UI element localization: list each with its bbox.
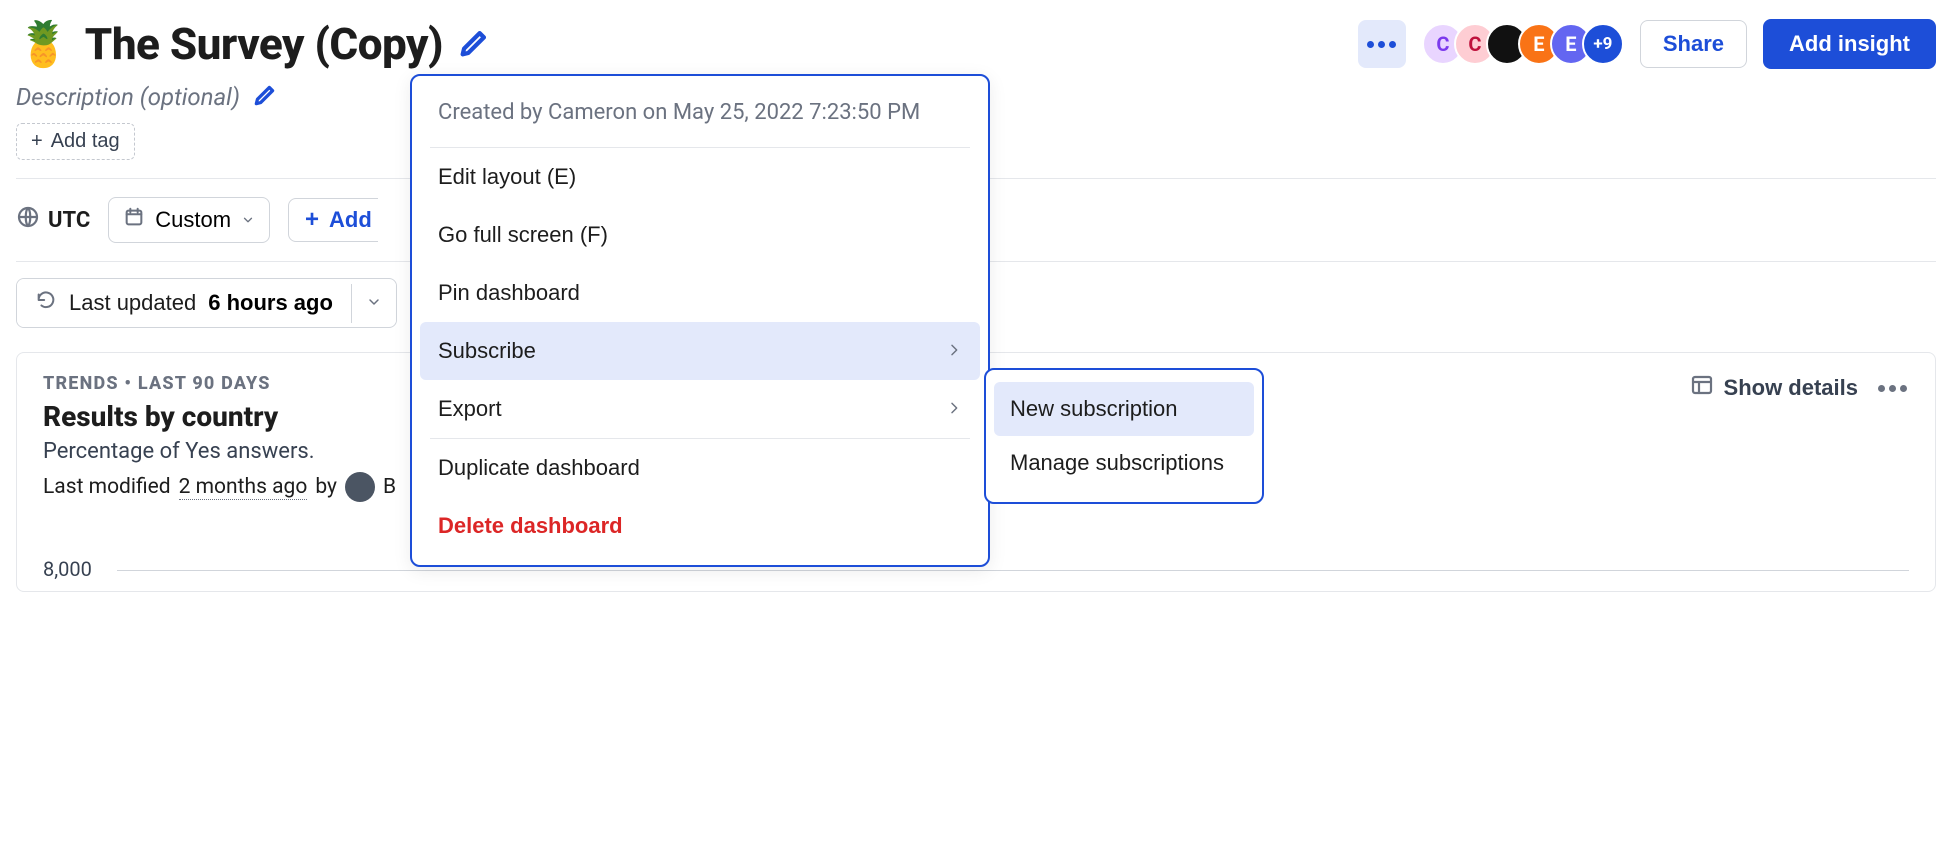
collaborator-avatars[interactable]: C C E E +9	[1422, 23, 1624, 65]
show-details-button[interactable]: Show details	[1690, 373, 1858, 403]
add-tag-button[interactable]: + Add tag	[16, 123, 135, 160]
modified-age: 2 months ago	[179, 475, 308, 500]
show-details-label: Show details	[1724, 375, 1858, 401]
edit-title-button[interactable]	[457, 26, 491, 63]
pencil-icon	[252, 82, 278, 111]
modified-by-word: by	[315, 475, 337, 499]
submenu-item-manage-subscriptions[interactable]: Manage subscriptions	[994, 436, 1254, 490]
date-range-label: Custom	[155, 207, 231, 233]
chevron-down-icon	[241, 207, 255, 233]
menu-created-meta: Created by Cameron on May 25, 2022 7:23:…	[420, 86, 980, 147]
add-tag-label: Add tag	[51, 130, 120, 153]
dashboard-context-menu: Created by Cameron on May 25, 2022 7:23:…	[410, 74, 990, 567]
plus-icon: +	[31, 130, 43, 153]
menu-item-label: Export	[438, 396, 502, 422]
last-updated-control: Last updated 6 hours ago	[16, 278, 397, 328]
chevron-right-icon	[946, 338, 962, 364]
header-actions: C C E E +9 Share Add insight	[1358, 19, 1936, 69]
avatar-overflow: +9	[1582, 23, 1624, 65]
calendar-icon	[123, 206, 145, 234]
menu-item-edit-layout[interactable]: Edit layout (E)	[420, 148, 980, 206]
insight-card-modified: Last modified 2 months ago by B	[43, 472, 396, 502]
refresh-icon	[35, 289, 57, 317]
description-placeholder[interactable]: Description (optional)	[16, 83, 240, 111]
chevron-down-icon	[366, 298, 382, 313]
menu-item-subscribe[interactable]: Subscribe	[420, 322, 980, 380]
dashboard-more-button[interactable]	[1358, 20, 1406, 68]
add-filter-button-clipped: + Add filter group	[288, 198, 378, 242]
refresh-button[interactable]: Last updated 6 hours ago	[17, 279, 351, 327]
modified-prefix: Last modified	[43, 475, 171, 499]
menu-item-delete[interactable]: Delete dashboard	[420, 497, 980, 555]
chart-y-tick: 8,000	[43, 557, 92, 581]
dashboard-emoji: 🍍	[16, 22, 71, 66]
last-updated-prefix: Last updated	[69, 290, 196, 316]
dashboard-header: 🍍 The Survey (Copy) C C E E +9 Share Add…	[16, 16, 1936, 78]
insight-card-eyebrow: TRENDS • LAST 90 DAYS	[43, 373, 396, 394]
ellipsis-icon	[1876, 385, 1909, 392]
menu-item-full-screen[interactable]: Go full screen (F)	[420, 206, 980, 264]
insight-card-title: Results by country	[43, 400, 396, 433]
plus-icon: +	[305, 208, 319, 232]
share-button[interactable]: Share	[1640, 20, 1747, 68]
menu-item-export[interactable]: Export	[420, 380, 980, 438]
menu-item-label: Subscribe	[438, 338, 536, 364]
dashboard-title: The Survey (Copy)	[85, 18, 443, 70]
insight-card-subtitle: Percentage of Yes answers.	[43, 439, 396, 464]
insight-card-actions: Show details	[1690, 373, 1909, 403]
pencil-icon	[457, 26, 491, 63]
menu-item-duplicate[interactable]: Duplicate dashboard	[420, 439, 980, 497]
timezone-indicator[interactable]: UTC	[16, 205, 90, 235]
edit-description-button[interactable]	[252, 82, 278, 111]
avatar	[345, 472, 375, 502]
ellipsis-icon	[1365, 41, 1398, 48]
timezone-label: UTC	[48, 208, 90, 233]
date-range-button[interactable]: Custom	[108, 197, 270, 243]
subscribe-submenu: New subscription Manage subscriptions	[984, 368, 1264, 504]
last-updated-age: 6 hours ago	[208, 290, 333, 316]
details-icon	[1690, 373, 1714, 403]
chart-gridline	[117, 570, 1909, 571]
globe-icon	[16, 205, 40, 235]
refresh-dropdown-button[interactable]	[351, 284, 396, 323]
submenu-item-new-subscription[interactable]: New subscription	[994, 382, 1254, 436]
insight-card-more-button[interactable]	[1876, 385, 1909, 392]
insight-card-header: TRENDS • LAST 90 DAYS Results by country…	[43, 373, 396, 502]
chevron-right-icon	[946, 396, 962, 422]
menu-item-pin[interactable]: Pin dashboard	[420, 264, 980, 322]
add-insight-button[interactable]: Add insight	[1763, 19, 1936, 69]
add-filter-group-button[interactable]: + Add filter group	[288, 198, 378, 242]
add-filter-label: Add filter group	[329, 207, 378, 233]
modified-by-initial: B	[383, 475, 396, 499]
